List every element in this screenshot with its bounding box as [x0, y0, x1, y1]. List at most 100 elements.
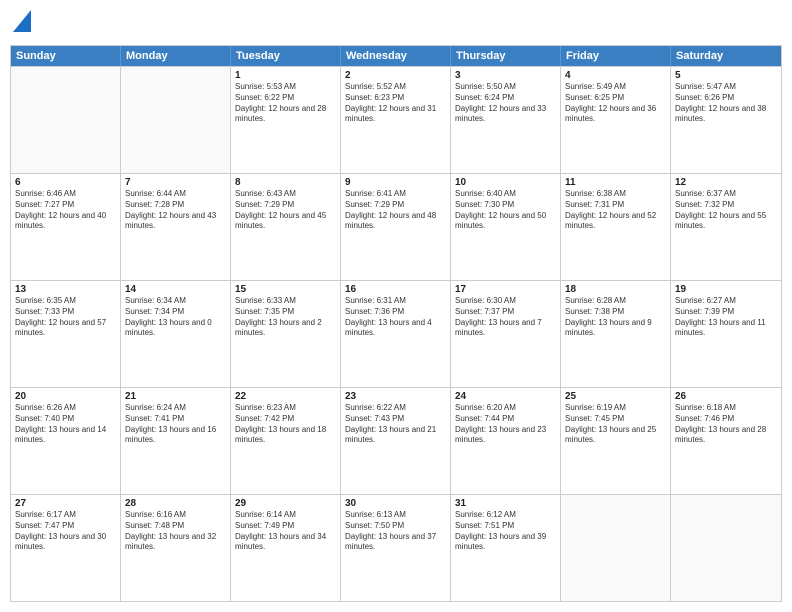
cell-text: Sunrise: 6:41 AMSunset: 7:29 PMDaylight:… [345, 189, 446, 232]
day-number: 20 [15, 391, 116, 402]
calendar-cell: 24Sunrise: 6:20 AMSunset: 7:44 PMDayligh… [451, 388, 561, 494]
calendar-row-1: 6Sunrise: 6:46 AMSunset: 7:27 PMDaylight… [11, 173, 781, 280]
calendar-cell: 21Sunrise: 6:24 AMSunset: 7:41 PMDayligh… [121, 388, 231, 494]
cell-text: Sunrise: 5:49 AMSunset: 6:25 PMDaylight:… [565, 82, 666, 125]
cell-text: Sunrise: 6:18 AMSunset: 7:46 PMDaylight:… [675, 403, 777, 446]
page: SundayMondayTuesdayWednesdayThursdayFrid… [0, 0, 792, 612]
day-number: 18 [565, 284, 666, 295]
calendar-cell: 29Sunrise: 6:14 AMSunset: 7:49 PMDayligh… [231, 495, 341, 601]
calendar-cell: 2Sunrise: 5:52 AMSunset: 6:23 PMDaylight… [341, 67, 451, 173]
calendar-row-3: 20Sunrise: 6:26 AMSunset: 7:40 PMDayligh… [11, 387, 781, 494]
calendar-cell: 30Sunrise: 6:13 AMSunset: 7:50 PMDayligh… [341, 495, 451, 601]
day-number: 24 [455, 391, 556, 402]
cell-text: Sunrise: 6:16 AMSunset: 7:48 PMDaylight:… [125, 510, 226, 553]
calendar-cell: 22Sunrise: 6:23 AMSunset: 7:42 PMDayligh… [231, 388, 341, 494]
calendar-cell: 27Sunrise: 6:17 AMSunset: 7:47 PMDayligh… [11, 495, 121, 601]
logo-icon [13, 10, 31, 32]
day-number: 19 [675, 284, 777, 295]
calendar-cell: 23Sunrise: 6:22 AMSunset: 7:43 PMDayligh… [341, 388, 451, 494]
day-number: 6 [15, 177, 116, 188]
cell-text: Sunrise: 6:12 AMSunset: 7:51 PMDaylight:… [455, 510, 556, 553]
cell-text: Sunrise: 5:52 AMSunset: 6:23 PMDaylight:… [345, 82, 446, 125]
calendar-cell [671, 495, 781, 601]
day-number: 10 [455, 177, 556, 188]
day-number: 1 [235, 70, 336, 81]
cell-text: Sunrise: 6:31 AMSunset: 7:36 PMDaylight:… [345, 296, 446, 339]
calendar-cell: 17Sunrise: 6:30 AMSunset: 7:37 PMDayligh… [451, 281, 561, 387]
calendar-cell: 5Sunrise: 5:47 AMSunset: 6:26 PMDaylight… [671, 67, 781, 173]
logo [10, 10, 31, 37]
calendar-cell: 20Sunrise: 6:26 AMSunset: 7:40 PMDayligh… [11, 388, 121, 494]
day-number: 25 [565, 391, 666, 402]
day-number: 4 [565, 70, 666, 81]
calendar-cell: 4Sunrise: 5:49 AMSunset: 6:25 PMDaylight… [561, 67, 671, 173]
day-number: 21 [125, 391, 226, 402]
cell-text: Sunrise: 6:22 AMSunset: 7:43 PMDaylight:… [345, 403, 446, 446]
day-number: 9 [345, 177, 446, 188]
day-number: 22 [235, 391, 336, 402]
header-day-saturday: Saturday [671, 46, 781, 66]
calendar-cell: 15Sunrise: 6:33 AMSunset: 7:35 PMDayligh… [231, 281, 341, 387]
day-number: 8 [235, 177, 336, 188]
calendar-header: SundayMondayTuesdayWednesdayThursdayFrid… [11, 46, 781, 66]
cell-text: Sunrise: 6:26 AMSunset: 7:40 PMDaylight:… [15, 403, 116, 446]
calendar-cell: 12Sunrise: 6:37 AMSunset: 7:32 PMDayligh… [671, 174, 781, 280]
calendar-row-4: 27Sunrise: 6:17 AMSunset: 7:47 PMDayligh… [11, 494, 781, 601]
cell-text: Sunrise: 5:53 AMSunset: 6:22 PMDaylight:… [235, 82, 336, 125]
calendar-cell: 10Sunrise: 6:40 AMSunset: 7:30 PMDayligh… [451, 174, 561, 280]
calendar-cell: 31Sunrise: 6:12 AMSunset: 7:51 PMDayligh… [451, 495, 561, 601]
day-number: 27 [15, 498, 116, 509]
cell-text: Sunrise: 6:40 AMSunset: 7:30 PMDaylight:… [455, 189, 556, 232]
cell-text: Sunrise: 6:24 AMSunset: 7:41 PMDaylight:… [125, 403, 226, 446]
header-day-tuesday: Tuesday [231, 46, 341, 66]
day-number: 16 [345, 284, 446, 295]
cell-text: Sunrise: 6:28 AMSunset: 7:38 PMDaylight:… [565, 296, 666, 339]
header-day-monday: Monday [121, 46, 231, 66]
calendar-row-0: 1Sunrise: 5:53 AMSunset: 6:22 PMDaylight… [11, 66, 781, 173]
day-number: 11 [565, 177, 666, 188]
cell-text: Sunrise: 6:27 AMSunset: 7:39 PMDaylight:… [675, 296, 777, 339]
header-day-sunday: Sunday [11, 46, 121, 66]
cell-text: Sunrise: 6:46 AMSunset: 7:27 PMDaylight:… [15, 189, 116, 232]
cell-text: Sunrise: 5:47 AMSunset: 6:26 PMDaylight:… [675, 82, 777, 125]
cell-text: Sunrise: 6:17 AMSunset: 7:47 PMDaylight:… [15, 510, 116, 553]
cell-text: Sunrise: 6:20 AMSunset: 7:44 PMDaylight:… [455, 403, 556, 446]
cell-text: Sunrise: 6:13 AMSunset: 7:50 PMDaylight:… [345, 510, 446, 553]
day-number: 28 [125, 498, 226, 509]
cell-text: Sunrise: 6:38 AMSunset: 7:31 PMDaylight:… [565, 189, 666, 232]
calendar-body: 1Sunrise: 5:53 AMSunset: 6:22 PMDaylight… [11, 66, 781, 601]
cell-text: Sunrise: 6:35 AMSunset: 7:33 PMDaylight:… [15, 296, 116, 339]
day-number: 23 [345, 391, 446, 402]
calendar-cell: 9Sunrise: 6:41 AMSunset: 7:29 PMDaylight… [341, 174, 451, 280]
day-number: 7 [125, 177, 226, 188]
day-number: 13 [15, 284, 116, 295]
calendar-cell: 28Sunrise: 6:16 AMSunset: 7:48 PMDayligh… [121, 495, 231, 601]
day-number: 5 [675, 70, 777, 81]
calendar-cell: 3Sunrise: 5:50 AMSunset: 6:24 PMDaylight… [451, 67, 561, 173]
calendar-cell: 8Sunrise: 6:43 AMSunset: 7:29 PMDaylight… [231, 174, 341, 280]
cell-text: Sunrise: 6:14 AMSunset: 7:49 PMDaylight:… [235, 510, 336, 553]
calendar-cell [561, 495, 671, 601]
day-number: 31 [455, 498, 556, 509]
day-number: 30 [345, 498, 446, 509]
calendar-cell: 13Sunrise: 6:35 AMSunset: 7:33 PMDayligh… [11, 281, 121, 387]
calendar-row-2: 13Sunrise: 6:35 AMSunset: 7:33 PMDayligh… [11, 280, 781, 387]
cell-text: Sunrise: 6:30 AMSunset: 7:37 PMDaylight:… [455, 296, 556, 339]
day-number: 26 [675, 391, 777, 402]
header-day-friday: Friday [561, 46, 671, 66]
cell-text: Sunrise: 5:50 AMSunset: 6:24 PMDaylight:… [455, 82, 556, 125]
day-number: 14 [125, 284, 226, 295]
day-number: 17 [455, 284, 556, 295]
cell-text: Sunrise: 6:44 AMSunset: 7:28 PMDaylight:… [125, 189, 226, 232]
calendar-cell: 11Sunrise: 6:38 AMSunset: 7:31 PMDayligh… [561, 174, 671, 280]
calendar: SundayMondayTuesdayWednesdayThursdayFrid… [10, 45, 782, 602]
day-number: 15 [235, 284, 336, 295]
calendar-cell: 19Sunrise: 6:27 AMSunset: 7:39 PMDayligh… [671, 281, 781, 387]
calendar-cell: 7Sunrise: 6:44 AMSunset: 7:28 PMDaylight… [121, 174, 231, 280]
calendar-cell: 14Sunrise: 6:34 AMSunset: 7:34 PMDayligh… [121, 281, 231, 387]
calendar-cell: 18Sunrise: 6:28 AMSunset: 7:38 PMDayligh… [561, 281, 671, 387]
cell-text: Sunrise: 6:43 AMSunset: 7:29 PMDaylight:… [235, 189, 336, 232]
day-number: 3 [455, 70, 556, 81]
day-number: 29 [235, 498, 336, 509]
calendar-cell: 16Sunrise: 6:31 AMSunset: 7:36 PMDayligh… [341, 281, 451, 387]
